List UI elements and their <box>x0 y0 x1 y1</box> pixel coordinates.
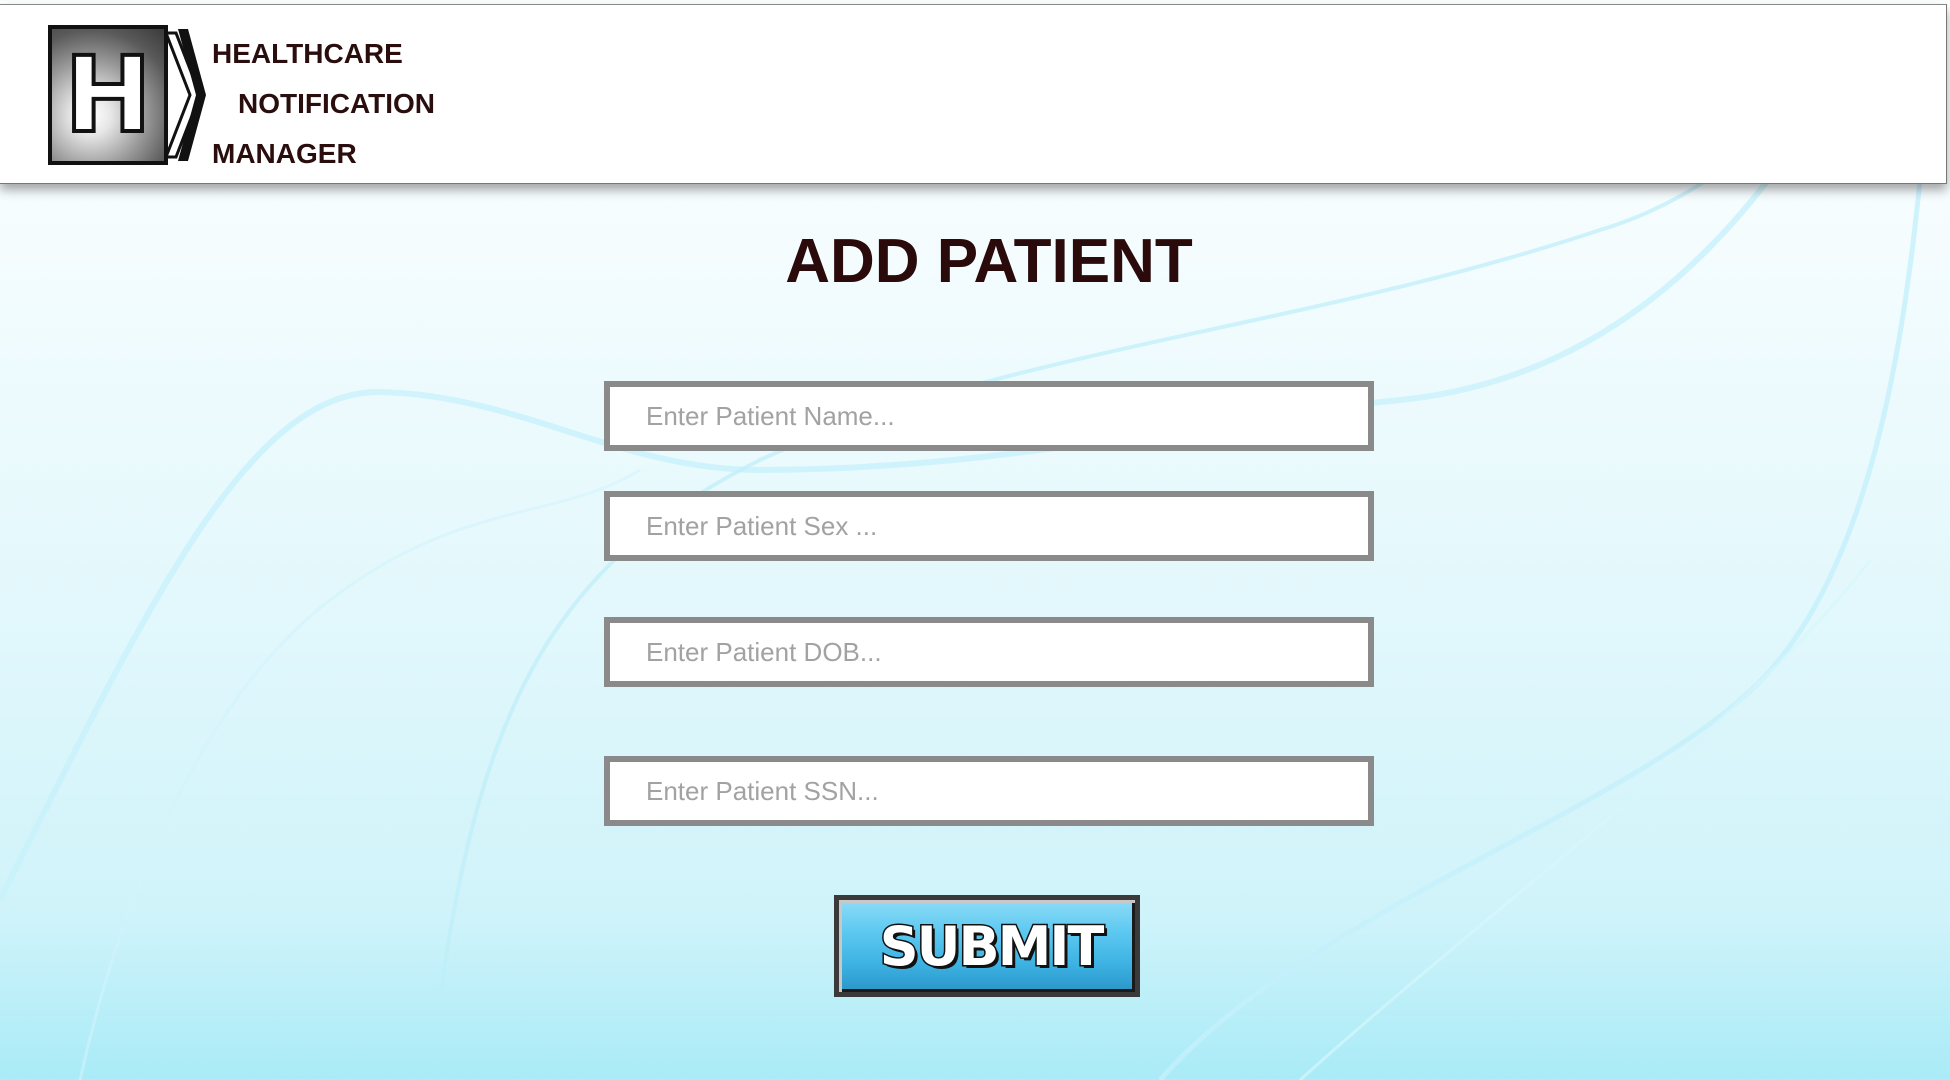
patient-name-input[interactable] <box>610 387 1368 445</box>
patient-name-field-container <box>604 381 1374 451</box>
submit-button-label: SUBMIT <box>878 913 1106 979</box>
submit-button[interactable]: SUBMIT <box>834 895 1140 997</box>
patient-sex-field-container <box>604 491 1374 561</box>
app-header: H HEALTHCARE NOTIFICATION MANAGER <box>0 4 1947 184</box>
brand-line-3: MANAGER <box>212 138 357 169</box>
brand-line-1: HEALTHCARE <box>212 38 403 69</box>
chevron-right-icon <box>164 29 206 161</box>
patient-dob-input[interactable] <box>610 623 1368 681</box>
patient-ssn-field-container <box>604 756 1374 826</box>
patient-dob-field-container <box>604 617 1374 687</box>
patient-sex-input[interactable] <box>610 497 1368 555</box>
app-logo[interactable]: H <box>48 21 208 167</box>
page-title: ADD PATIENT <box>785 227 1193 296</box>
patient-ssn-input[interactable] <box>610 762 1368 820</box>
hospital-h-icon: H <box>48 25 168 165</box>
brand-line-2: NOTIFICATION <box>238 88 436 119</box>
logo-letter: H <box>62 34 153 156</box>
brand-name: HEALTHCARE NOTIFICATION MANAGER <box>212 29 435 179</box>
